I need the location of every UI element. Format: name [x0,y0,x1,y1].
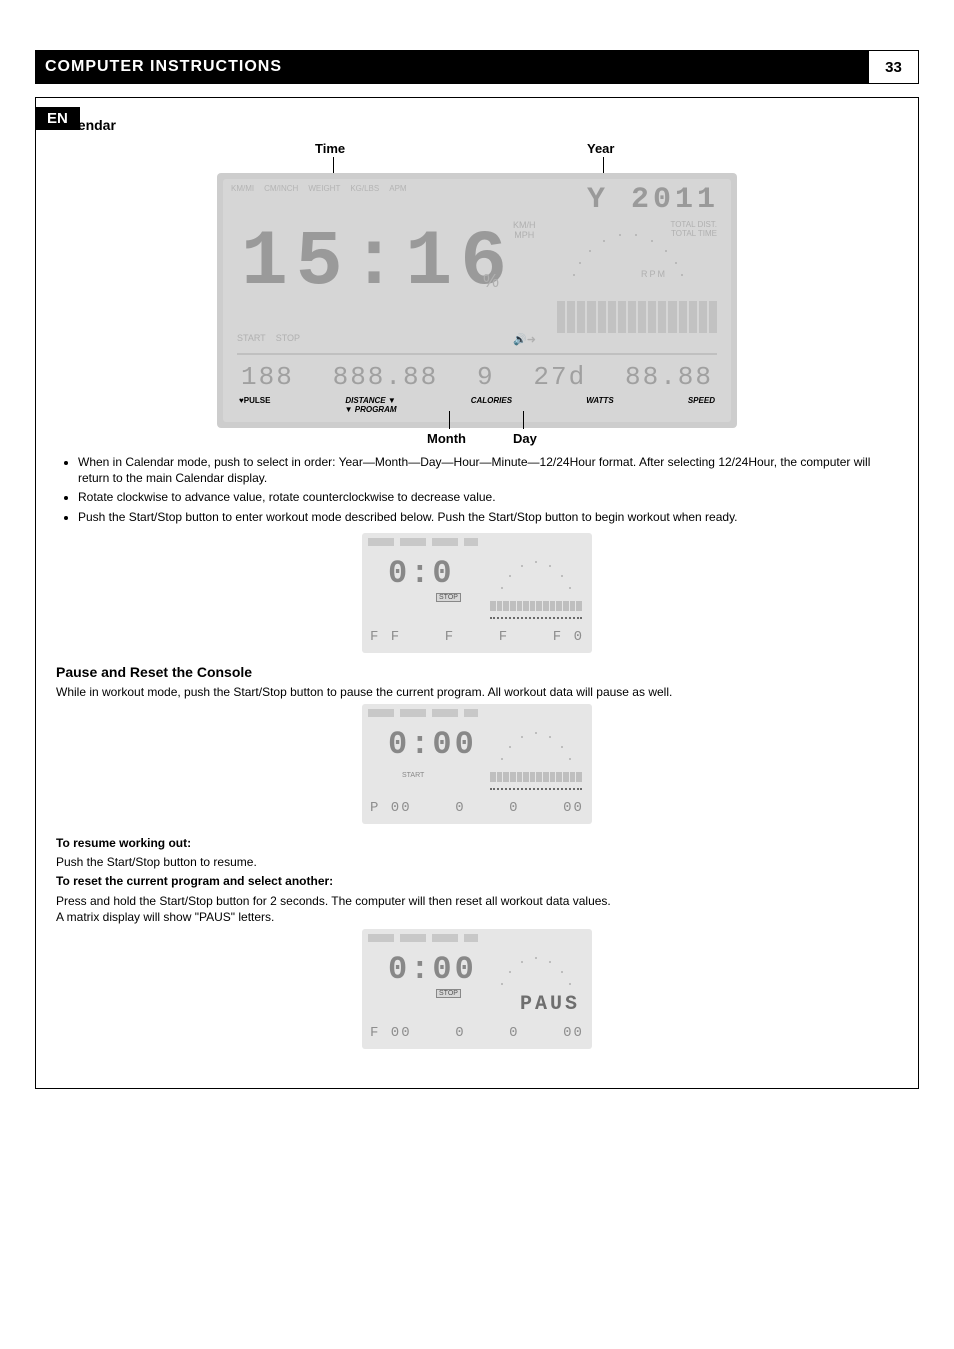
lcd-bottom-readouts: 188 888.88 9 27d 88.88 [241,362,713,392]
sm-stop-indicator: STOP [436,593,461,602]
sm-bottom-readouts: P 00 0 0 00 [370,800,584,816]
lcd-bottom-legends: ♥PULSE DISTANCE ▼ ▼ PROGRAM CALORIES WAT… [239,396,715,414]
lcd-startstop-labels: START STOP [237,333,300,343]
top-label: CM/INCH [264,184,298,193]
rpm-dial [569,228,689,298]
sm-dial [499,557,574,599]
ann-year-label: Year [587,141,614,156]
ann-line [523,411,524,429]
sm-dial [499,728,574,770]
readout-pulse: 188 [241,362,294,392]
sm-val: 0 [509,800,519,816]
legend-watts: WATTS [586,396,613,414]
ann-line [449,411,450,429]
calendar-heading: Calendar [56,117,898,133]
rpm-label: RPM [641,269,667,279]
calendar-figure: Time Year KM/MI CM/INCH WEIGHT KG/LBS AP… [56,141,898,446]
sm-time: 0:00 [388,951,477,988]
sm-val: P 00 [370,800,412,816]
readout-day: 27d [533,362,586,392]
legend-calories: CALORIES [471,396,512,414]
readout-distance: 888.88 [333,362,439,392]
language-tag: EN [35,107,80,130]
readout-month: 9 [477,362,495,392]
lcd-kmh-label: KM/H MPH [513,221,536,241]
reset-body: Press and hold the Start/Stop button for… [56,893,898,925]
bluetooth-icon: 🔊➜ [513,333,536,346]
resume-heading: To resume working out: [56,836,191,850]
start-label: START [237,333,266,343]
ann-month-label: Month [427,431,466,446]
sm-val: F [499,629,509,645]
sm-val: 0 [509,1025,519,1041]
lcd-divider [237,353,717,355]
top-label: APM [389,184,406,193]
reset-heading: To reset the current program and select … [56,874,333,888]
pause-intro: While in workout mode, push the Start/St… [56,684,898,700]
top-label: KM/MI [231,184,254,193]
legend-distance: DISTANCE ▼ ▼ PROGRAM [345,396,397,414]
lcd-bar-matrix [557,301,717,333]
lcd-display-small: 0:00 START P 00 0 0 00 [362,704,592,824]
content-frame: Calendar Time Year KM/MI CM/INCH WEIGHT … [35,97,919,1089]
lcd-year: Y 2011 [587,183,719,217]
page-number: 33 [869,50,919,84]
calendar-bullets: When in Calendar mode, push to select in… [56,454,898,525]
sm-val: F [445,629,455,645]
header-title: COMPUTER INSTRUCTIONS [45,58,282,76]
sm-time: 0:0 [388,555,455,592]
sm-dial [499,953,574,995]
paus-figure: 0:00 STOP PAUS F 00 0 0 00 [56,929,898,1054]
legend-pulse: ♥PULSE [239,396,270,414]
sm-val: 00 [563,800,584,816]
sm-stop-indicator: STOP [436,989,461,998]
bullet: Push the Start/Stop button to enter work… [78,509,898,525]
sm-val: 00 [563,1025,584,1041]
lcd-display-small: 0:00 STOP PAUS F 00 0 0 00 [362,929,592,1049]
sm-start-indicator: START [402,772,424,779]
paus-text: PAUS [520,993,580,1016]
lcd-time-readout: 15:16 [241,219,515,307]
pause-heading: Pause and Reset the Console [56,664,898,680]
workout-default-figure: 0:0 STOP F F F F F 0 [56,533,898,658]
lcd-display-large: Time Year KM/MI CM/INCH WEIGHT KG/LBS AP… [217,141,737,441]
top-label: WEIGHT [308,184,340,193]
lcd-panel: KM/MI CM/INCH WEIGHT KG/LBS APM Y 2011 T… [217,173,737,428]
ann-time-label: Time [315,141,345,156]
legend-speed: SPEED [688,396,715,414]
sm-val: 0 [455,800,465,816]
sm-bottom-readouts: F F F F F 0 [370,629,584,645]
bullet: Rotate clockwise to advance value, rotat… [78,489,898,505]
sm-time: 0:00 [388,726,477,763]
bullet: When in Calendar mode, push to select in… [78,454,898,486]
header-bar: COMPUTER INSTRUCTIONS 33 [35,50,919,84]
readout-speed: 88.88 [625,362,713,392]
sm-val: F 00 [370,1025,412,1041]
lcd-display-small: 0:0 STOP F F F F F 0 [362,533,592,653]
sm-val: 0 [455,1025,465,1041]
stop-label: STOP [276,333,300,343]
manual-page: COMPUTER INSTRUCTIONS 33 EN Calendar Tim… [0,0,954,1349]
resume-body: Push the Start/Stop button to resume. [56,854,898,870]
sm-val: F F [370,629,401,645]
ann-day-label: Day [513,431,537,446]
top-label: KG/LBS [350,184,379,193]
sm-val: F 0 [553,629,584,645]
lcd-percent: % [483,271,499,292]
pause-figure: 0:00 START P 00 0 0 00 [56,704,898,829]
sm-bottom-readouts: F 00 0 0 00 [370,1025,584,1041]
sm-dotline [490,617,582,619]
sm-dotline [490,788,582,790]
